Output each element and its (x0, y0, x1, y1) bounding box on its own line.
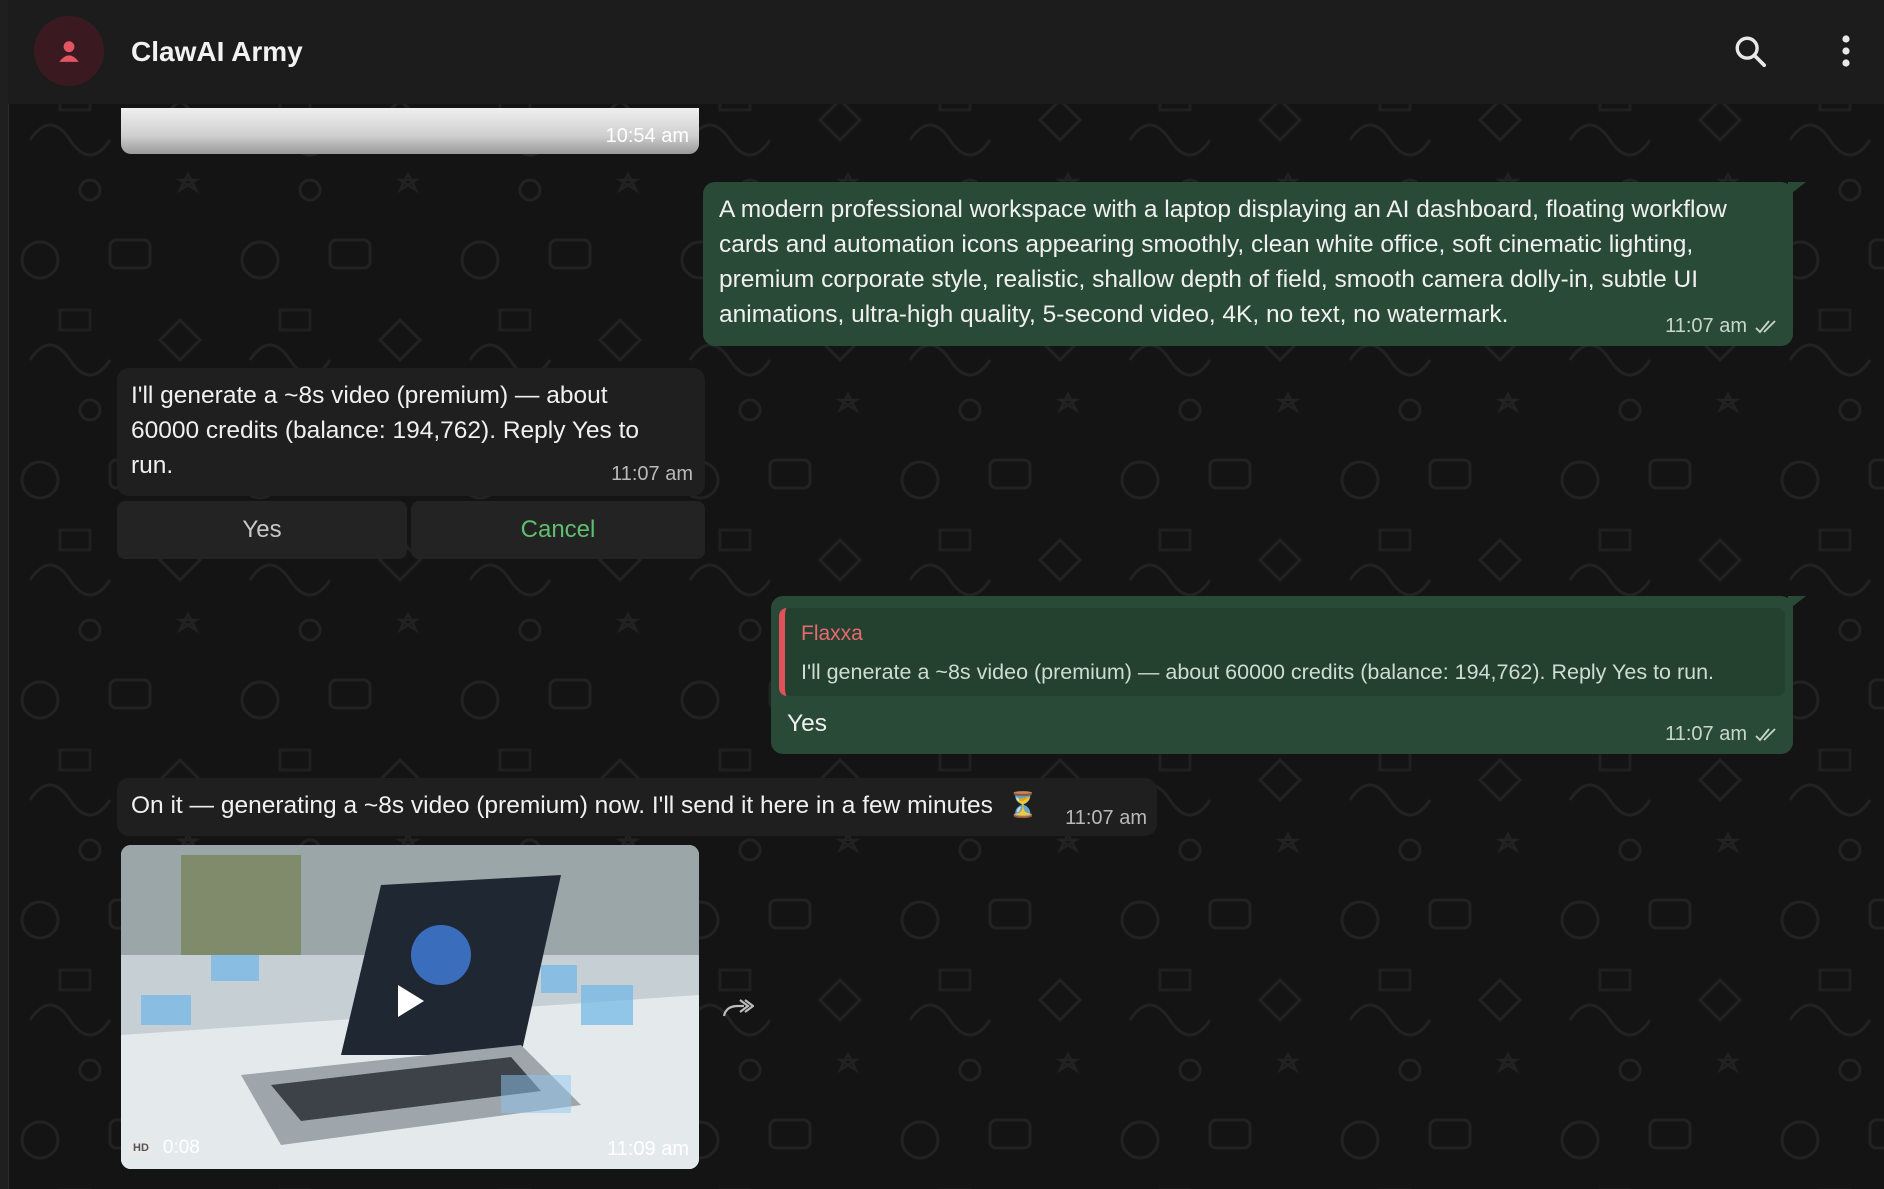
bubble-tail (1788, 182, 1806, 196)
forward-button[interactable] (718, 990, 758, 1026)
play-button[interactable] (390, 981, 430, 1021)
quote-text: I'll generate a ~8s video (premium) — ab… (801, 660, 1715, 684)
message-text: Yes (787, 710, 827, 737)
hd-badge: HD (129, 1140, 153, 1156)
message-time: 11:09 am (607, 1138, 689, 1160)
double-check-icon (1755, 319, 1776, 333)
incoming-message-confirm[interactable]: I'll generate a ~8s video (premium) — ab… (117, 368, 705, 496)
incoming-message-status[interactable]: On it — generating a ~8s video (premium)… (117, 778, 1157, 836)
message-time: 10:54 am (605, 125, 689, 147)
message-line: run. (131, 452, 174, 479)
message-line: I'll generate a ~8s video (premium) — ab… (131, 382, 608, 409)
reply-quote[interactable]: Flaxxa I'll generate a ~8s video (premiu… (779, 608, 1785, 696)
hourglass-icon: ⏳ (1007, 792, 1039, 819)
message-time: 11:07 am (1065, 807, 1147, 829)
search-button[interactable] (1727, 28, 1773, 74)
message-line: On it — generating a ~8s video (premium)… (131, 792, 993, 819)
outgoing-message-prompt[interactable]: A modern professional workspace with a l… (703, 182, 1793, 346)
chat-header: ClawAI Army (8, 0, 1884, 104)
message-text: I'll generate a ~8s video (premium) — ab… (131, 378, 639, 483)
forward-icon (722, 999, 754, 1017)
video-info: HD 0:08 (129, 1137, 200, 1159)
message-time: 11:07 am (1665, 315, 1747, 337)
outgoing-message-reply[interactable]: Flaxxa I'll generate a ~8s video (premiu… (771, 596, 1793, 754)
video-message[interactable]: HD 0:08 11:09 am (121, 845, 699, 1169)
message-meta: 11:07 am (1665, 723, 1779, 746)
chat-title[interactable]: ClawAI Army (131, 36, 303, 68)
more-vertical-icon (1842, 35, 1850, 67)
message-line: A modern professional workspace with a l… (719, 196, 1727, 223)
more-options-button[interactable] (1823, 28, 1869, 74)
message-line: 60000 credits (balance: 194,762). Reply … (131, 417, 640, 444)
message-line: premium corporate style, realistic, shal… (719, 266, 1699, 293)
message-line: cards and automation icons appearing smo… (719, 231, 1694, 258)
quote-author: Flaxxa (801, 622, 863, 645)
left-panel-edge (0, 0, 9, 1189)
message-time: 11:07 am (611, 463, 693, 485)
double-check-icon (1755, 727, 1776, 741)
search-icon (1735, 36, 1767, 68)
message-time: 11:07 am (1665, 723, 1747, 745)
play-icon (398, 985, 424, 1017)
user-icon (59, 41, 79, 62)
bubble-tail (1788, 596, 1806, 610)
media-message-partial[interactable]: 10:54 am (121, 108, 699, 154)
message-line: animations, ultra-high quality, 5-second… (719, 301, 1509, 328)
video-duration: 0:08 (162, 1137, 200, 1158)
yes-button[interactable]: Yes (117, 501, 407, 559)
message-text: On it — generating a ~8s video (premium)… (131, 788, 1038, 823)
message-meta: 11:07 am (1665, 315, 1779, 338)
cancel-button[interactable]: Cancel (411, 501, 705, 559)
message-text: A modern professional workspace with a l… (719, 192, 1727, 332)
avatar[interactable] (34, 16, 104, 86)
